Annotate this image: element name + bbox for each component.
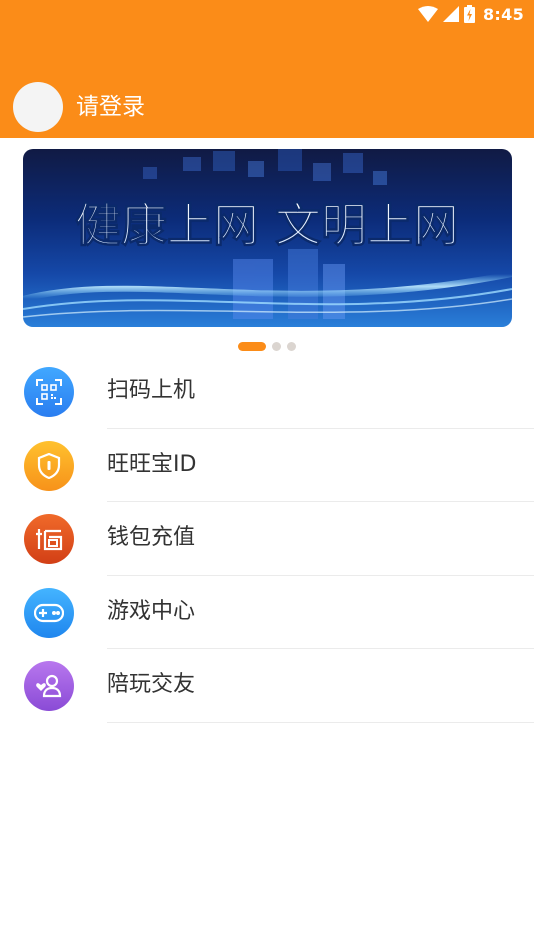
- signal-icon: [443, 6, 459, 22]
- status-bar: 8:45: [418, 3, 524, 25]
- menu-item-scan[interactable]: 扫码上机: [0, 355, 534, 429]
- friend-icon: [24, 661, 74, 711]
- login-link[interactable]: 请登录: [76, 92, 145, 122]
- menu-label-games: 游戏中心: [107, 598, 196, 624]
- menu-label-friends: 陪玩交友: [107, 672, 196, 697]
- menu-item-wallet[interactable]: 钱包充值: [0, 502, 534, 576]
- clock: 8:45: [483, 4, 524, 24]
- carousel-dot[interactable]: [272, 342, 281, 351]
- menu-item-id[interactable]: 旺旺宝ID: [0, 429, 534, 502]
- shield-icon: [24, 440, 74, 491]
- divider: [107, 721, 534, 723]
- gamepad-icon: [24, 587, 74, 638]
- carousel-dot-active[interactable]: [238, 342, 266, 351]
- avatar[interactable]: [13, 82, 63, 132]
- qr-code-icon: [24, 367, 74, 417]
- menu-label-wallet: 钱包充值: [107, 525, 196, 550]
- wifi-icon: [418, 6, 438, 22]
- carousel-dot[interactable]: [287, 342, 296, 351]
- wallet-icon: [24, 514, 74, 564]
- menu-item-friends[interactable]: 陪玩交友: [0, 649, 534, 723]
- main-menu: 扫码上机 旺旺宝ID 钱包充值 游戏中心 陪玩交友: [0, 355, 534, 723]
- menu-item-games[interactable]: 游戏中心: [0, 576, 534, 649]
- menu-label-id: 旺旺宝ID: [107, 451, 197, 477]
- menu-label-scan: 扫码上机: [107, 378, 196, 403]
- battery-charging-icon: [464, 5, 475, 23]
- banner-carousel[interactable]: 健康上网 文明上网: [23, 149, 512, 327]
- banner-headline: 健康上网 文明上网: [75, 198, 459, 252]
- app-header: 8:45 请登录: [0, 0, 534, 138]
- carousel-indicator: [0, 342, 534, 351]
